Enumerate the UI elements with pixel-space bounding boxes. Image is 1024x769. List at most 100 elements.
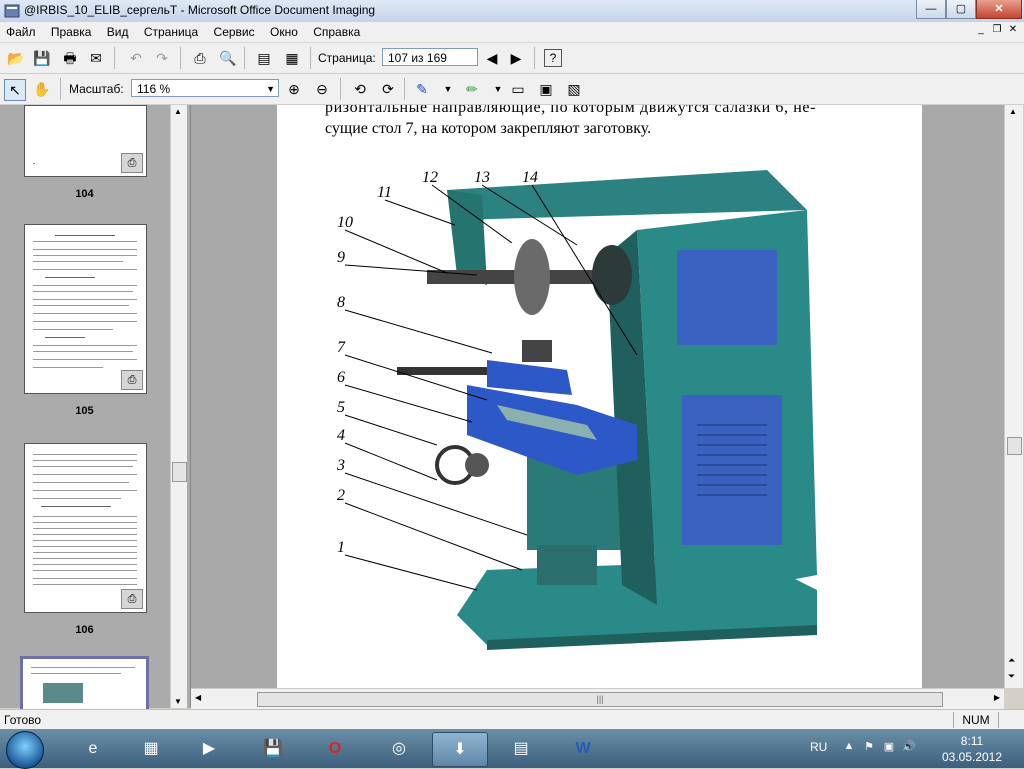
thumbnail-scroll-thumb[interactable] [172, 462, 187, 482]
doc-close-button[interactable]: ✕ [1006, 23, 1020, 37]
flag-icon[interactable]: ⚑ [862, 740, 876, 754]
thumbnail-page-106[interactable]: ⎙ [24, 443, 147, 613]
annotations-icon[interactable]: ▧ [564, 79, 584, 99]
ocr-icon[interactable]: ▤ [254, 48, 274, 68]
callout-label: 2 [337, 487, 345, 504]
view-toolbar: ↖ ✋ Масштаб: 116 % ▼ ⊕ ⊖ ⟲ ⟳ ✎ ▼ ✏ ▼ ▭ ▣… [0, 74, 1024, 105]
zoom-out-icon[interactable]: ⊖ [312, 79, 332, 99]
scan-icon[interactable]: ⎙ [190, 48, 210, 68]
standard-toolbar: 📂 💾 🖶 ✉ ↶ ↷ ⎙ 🔍 ▤ ▦ Страница: 107 из 169… [0, 43, 1024, 74]
thumbnail-label: 104 [75, 188, 94, 200]
pen-dropdown-icon[interactable]: ▼ [438, 79, 458, 99]
media-player-icon[interactable]: ▶ [182, 732, 236, 765]
help-icon[interactable]: ? [544, 49, 562, 67]
floppy-save-icon[interactable]: 💾 [246, 732, 300, 765]
horizontal-scroll-thumb[interactable]: ||| [257, 692, 943, 707]
page-stamp-icon: ⎙ [121, 370, 143, 390]
callout-label: 8 [337, 294, 345, 311]
doc-minimize-button[interactable]: _ [974, 23, 988, 37]
clock[interactable]: 8:11 03.05.2012 [932, 733, 1012, 765]
maximize-button[interactable]: ▢ [946, 0, 976, 19]
thumbnail-page-107[interactable] [20, 656, 149, 714]
send-to-word-icon[interactable]: ▦ [282, 48, 302, 68]
find-icon[interactable]: 🔍 [218, 48, 238, 68]
next-page-icon[interactable]: ▶ [506, 48, 526, 68]
network-icon[interactable]: ▣ [882, 740, 896, 754]
text-box-icon[interactable]: ▭ [508, 79, 528, 99]
status-text: Готово [4, 713, 42, 727]
clock-time: 8:11 [960, 734, 984, 748]
word-icon[interactable]: W [556, 732, 610, 765]
previous-page-icon[interactable]: ⏶ [1008, 655, 1015, 666]
volume-icon[interactable]: 🔊 [902, 740, 916, 754]
scanner-icon[interactable]: ▤ [494, 732, 548, 765]
menu-help[interactable]: Справка [307, 22, 366, 40]
scroll-down-icon[interactable]: ▼ [174, 697, 182, 706]
language-indicator[interactable]: RU [810, 740, 827, 754]
next-page-icon[interactable]: ⏷ [1008, 671, 1015, 682]
menu-tools[interactable]: Сервис [208, 22, 261, 40]
file-explorer-icon[interactable]: ▦ [124, 732, 178, 765]
menu-view[interactable]: Вид [101, 22, 135, 40]
undo-icon[interactable]: ↶ [126, 48, 146, 68]
prev-page-icon[interactable]: ◀ [482, 48, 502, 68]
document-scroll-thumb[interactable] [1007, 437, 1022, 455]
tray-up-arrow-icon[interactable]: ▲ [842, 740, 856, 754]
clock-date: 03.05.2012 [941, 750, 1003, 764]
document-imaging-icon[interactable]: ◎ [372, 732, 426, 765]
menu-file[interactable]: Файл [0, 22, 42, 40]
scroll-right-icon[interactable]: ▶ [994, 693, 1000, 702]
highlighter-icon[interactable]: ✏ [462, 79, 482, 99]
open-icon[interactable]: 📂 [6, 48, 26, 68]
thumbnail-page-105[interactable]: ⎙ [24, 224, 147, 394]
zoom-in-icon[interactable]: ⊕ [284, 79, 304, 99]
document-horizontal-scrollbar[interactable]: ◀ ||| ▶ [191, 688, 1004, 709]
callout-label: 9 [337, 249, 345, 266]
thumbnail-scrollbar[interactable]: ▲ ▼ [170, 105, 187, 708]
page-label: Страница: [318, 51, 376, 65]
document-page: ризонтальные направляющие, по которым дв… [277, 105, 922, 688]
send-icon[interactable]: ✉ [86, 48, 106, 68]
doc-restore-button[interactable]: ❐ [990, 23, 1004, 37]
scroll-left-icon[interactable]: ◀ [195, 693, 201, 702]
save-icon[interactable]: 💾 [32, 48, 52, 68]
title-bar: @IRBIS_10_ELIB_сергельТ - Microsoft Offi… [0, 0, 1024, 23]
thumbnail-label: 106 [75, 624, 94, 636]
system-tray: RU ▲ ⚑ ▣ 🔊 8:11 03.05.2012 [806, 729, 1024, 768]
print-icon[interactable]: 🖶 [60, 48, 80, 68]
document-vertical-scrollbar[interactable]: ▲ ⏶ ⏷ [1004, 105, 1023, 688]
rotate-left-icon[interactable]: ⟲ [350, 79, 370, 99]
thumbnail-page-104[interactable]: ⎙ [24, 105, 147, 177]
pen-icon[interactable]: ✎ [412, 79, 432, 99]
internet-explorer-icon[interactable]: e [66, 732, 120, 765]
chevron-down-icon: ▼ [266, 84, 275, 94]
callout-label: 5 [337, 399, 345, 416]
rotate-right-icon[interactable]: ⟳ [378, 79, 398, 99]
zoom-select[interactable]: 116 % ▼ [131, 79, 279, 97]
callout-label: 7 [337, 339, 346, 356]
menu-page[interactable]: Страница [138, 22, 204, 40]
picture-icon[interactable]: ▣ [536, 79, 556, 99]
opera-icon[interactable]: O [308, 732, 362, 765]
callout-label: 6 [337, 369, 345, 386]
page-number-input[interactable]: 107 из 169 [382, 48, 478, 66]
document-view: ризонтальные направляющие, по которым дв… [191, 105, 1004, 688]
minimize-button[interactable]: — [916, 0, 946, 19]
select-pointer-icon[interactable]: ↖ [4, 79, 26, 101]
menu-window[interactable]: Окно [264, 22, 304, 40]
highlighter-dropdown-icon[interactable]: ▼ [488, 79, 508, 99]
scroll-up-icon[interactable]: ▲ [1009, 107, 1017, 116]
scroll-up-icon[interactable]: ▲ [174, 107, 182, 116]
menu-edit[interactable]: Правка [45, 22, 98, 40]
irbis-app-icon[interactable]: ⬇ [432, 732, 488, 767]
callout-label: 1 [337, 539, 345, 556]
close-button[interactable]: ✕ [976, 0, 1022, 19]
callout-label: 3 [337, 457, 345, 474]
document-text-line: ризонтальные направляющие, по которым дв… [325, 105, 817, 116]
redo-icon[interactable]: ↷ [152, 48, 172, 68]
callout-label: 13 [474, 169, 490, 186]
callout-label: 10 [337, 214, 353, 231]
page-stamp-icon: ⎙ [121, 153, 143, 173]
start-button[interactable] [6, 731, 44, 769]
pan-hand-icon[interactable]: ✋ [32, 79, 52, 99]
